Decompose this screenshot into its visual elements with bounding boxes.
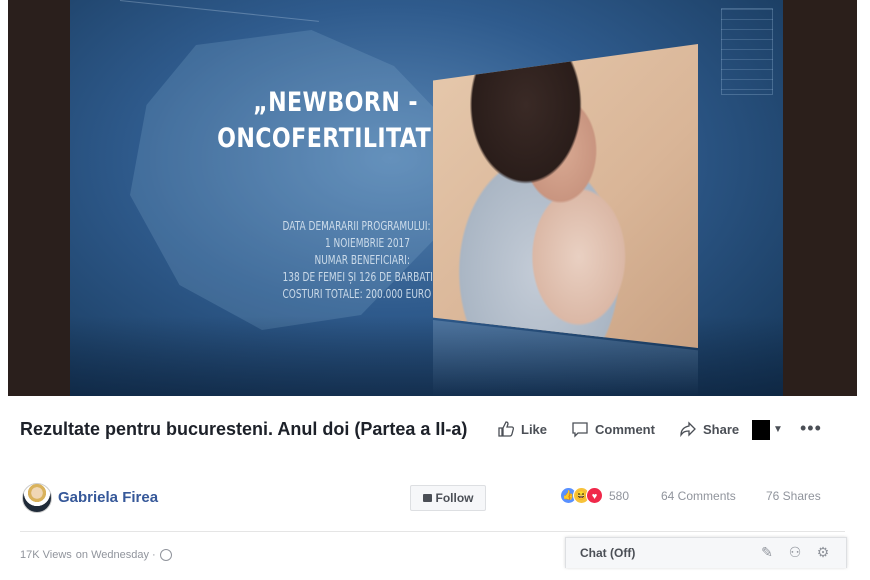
share-icon [680, 421, 696, 438]
follow-icon [422, 494, 432, 502]
stat-line: NUMAR BENEFICIARI: [314, 253, 410, 267]
like-label: Like [521, 421, 548, 437]
stat-line: COSTURI TOTALE: 200.000 EURO [282, 287, 432, 301]
divider [20, 531, 845, 532]
chat-label: Chat (Off) [580, 546, 636, 560]
comment-icon [572, 422, 588, 438]
video-title-overlay: „NEWBORN - ONCOFERTILITATE" [217, 85, 459, 157]
video-stats: DATA DEMARARII PROGRAMULUI: 1 NOIEMBRIE … [282, 218, 433, 303]
comments-count-link[interactable]: 64 Comments [661, 489, 736, 503]
stat-line: 1 NOIEMBRIE 2017 [324, 236, 410, 250]
comment-label: Comment [595, 421, 655, 437]
chat-bar[interactable]: Chat (Off) ✎ ⚇ ⚙ [565, 537, 847, 568]
grid-graphic [721, 8, 773, 95]
compose-icon[interactable]: ✎ [759, 544, 775, 560]
stat-line: DATA DEMARARII PROGRAMULUI: [282, 219, 431, 233]
follow-button[interactable]: Follow [410, 485, 486, 511]
avatar[interactable] [22, 483, 52, 513]
more-options-icon[interactable]: ••• [800, 418, 822, 439]
mother-and-baby-photo [433, 44, 698, 348]
reactions-summary[interactable]: 👍 😆 ♥ 580 [560, 487, 629, 504]
add-friends-icon[interactable]: ⚇ [787, 544, 803, 560]
decorative-line [119, 0, 319, 22]
love-reaction-icon: ♥ [586, 487, 603, 504]
like-button[interactable]: Like [497, 420, 547, 438]
post-title: Rezultate pentru bucuresteni. Anul doi (… [20, 419, 468, 439]
video-title-line1: „NEWBORN - [253, 87, 418, 118]
video-player[interactable]: „NEWBORN - ONCOFERTILITATE" DATA DEMARAR… [8, 0, 857, 396]
stat-line: 138 DE FEMEI ȘI 126 DE BARBATI [282, 270, 433, 284]
page-selector-avatar[interactable] [752, 420, 770, 440]
thumbs-up-icon [498, 421, 514, 437]
follow-label: Follow [435, 491, 474, 505]
share-button[interactable]: Share [679, 420, 739, 438]
post-time[interactable]: on Wednesday · [76, 549, 156, 561]
globe-icon [159, 549, 172, 561]
views-count: 17K Views [20, 549, 72, 561]
chevron-down-icon[interactable]: ▼ [773, 424, 783, 435]
share-label: Share [703, 421, 740, 437]
comment-button[interactable]: Comment [571, 420, 655, 438]
gear-icon[interactable]: ⚙ [815, 544, 831, 560]
reactions-count: 580 [609, 488, 630, 503]
author-name[interactable]: Gabriela Firea [58, 489, 158, 506]
video-letterbox [783, 0, 857, 396]
video-title-line2: ONCOFERTILITATE" [217, 123, 459, 154]
shares-count-link[interactable]: 76 Shares [766, 489, 821, 503]
views-and-time: 17K Views on Wednesday · [20, 549, 172, 561]
